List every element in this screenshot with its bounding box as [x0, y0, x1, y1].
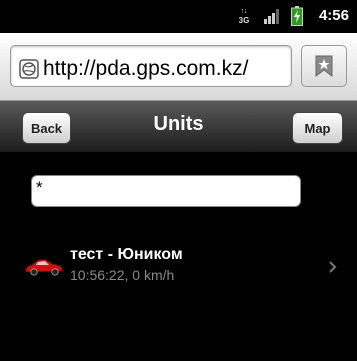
page-header: Back Units Map — [0, 101, 357, 153]
bookmarks-button[interactable] — [301, 45, 347, 87]
site-globe-icon — [19, 59, 39, 79]
unit-filter-input[interactable]: * — [31, 175, 301, 207]
car-icon — [25, 259, 63, 276]
bookmark-icon — [315, 55, 333, 77]
chevron-right-icon — [329, 261, 337, 273]
clock: 4:56 — [318, 7, 349, 24]
network-3g-icon: ↑↓ 3G — [236, 7, 252, 25]
signal-strength-icon — [264, 9, 279, 24]
network-type-label: 3G — [238, 16, 250, 25]
url-text[interactable]: http://pda.gps.com.kz/ — [43, 57, 248, 81]
map-button[interactable]: Map — [292, 112, 343, 144]
browser-toolbar: http://pda.gps.com.kz/ — [0, 33, 357, 101]
unit-list-item[interactable]: тест - Юником 10:56:22, 0 km/h — [0, 238, 357, 298]
unit-name: тест - Юником — [70, 246, 183, 263]
battery-charging-icon — [291, 6, 303, 26]
unit-status: 10:56:22, 0 km/h — [70, 267, 175, 283]
status-bar: ↑↓ 3G 4:56 — [0, 0, 357, 33]
